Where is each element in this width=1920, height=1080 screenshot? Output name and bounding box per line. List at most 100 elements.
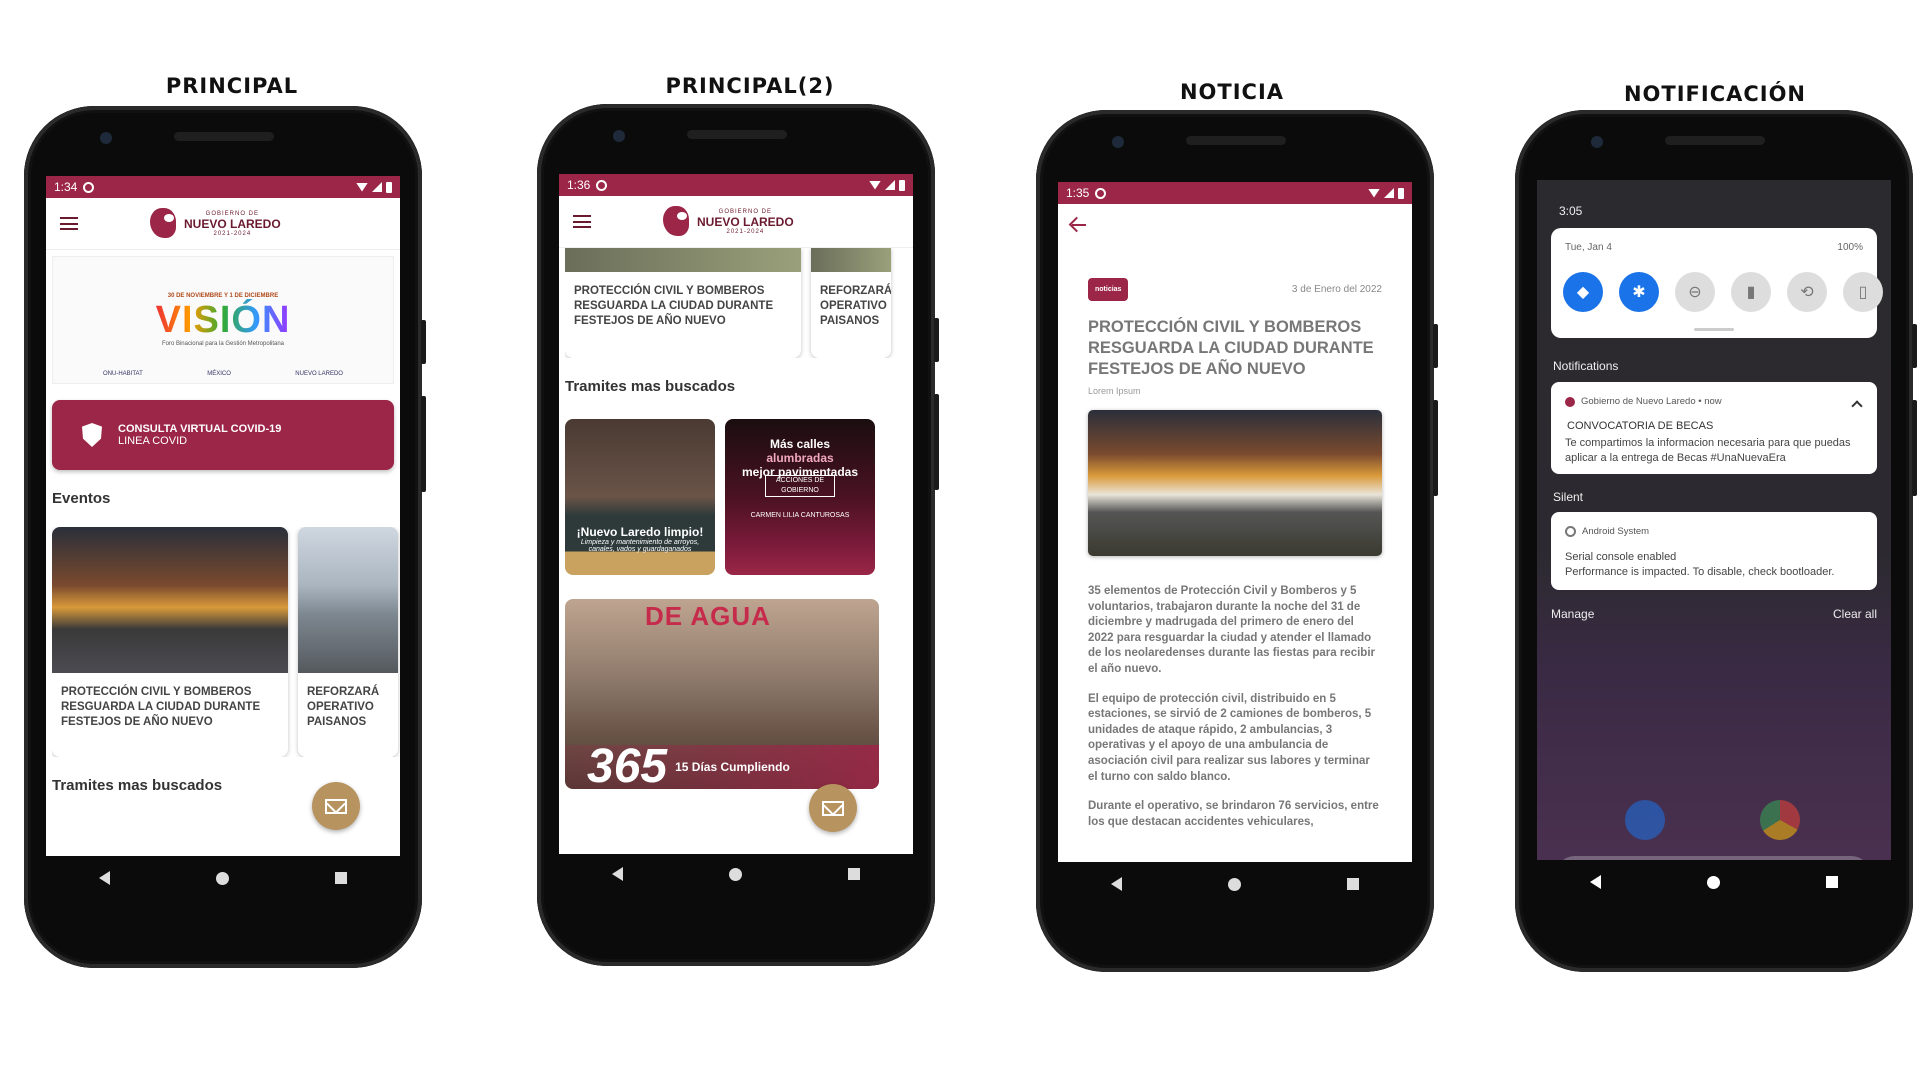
battery-saver-toggle-icon[interactable]: ▯ [1843,272,1883,312]
caption-notificacion: NOTIFICACIÓN [1623,82,1807,106]
back-nav-icon[interactable] [1111,877,1122,891]
event-card[interactable]: PROTECCIÓN CIVIL Y BOMBEROS RESGUARDA LA… [52,527,288,757]
banner-title: VISIÓN [155,299,291,341]
hamburger-icon[interactable] [573,215,591,228]
recents-nav-icon[interactable] [1347,878,1359,890]
wifi-toggle-icon[interactable]: ◆ [1563,272,1603,312]
battery-icon [899,179,905,191]
status-bar: 1:36 [559,174,913,196]
notification-shade: 3:05 Tue, Jan 4 100% ◆ ✱ ⊖ ▮ ⟲ ▯ Notific… [1537,180,1891,860]
tramite-tile-limpio[interactable]: ¡Nuevo Laredo limpio! Limpieza y manteni… [565,419,715,575]
power-button [421,320,426,364]
back-nav-icon[interactable] [612,867,623,881]
volume-button [1912,400,1917,496]
notification-card-system[interactable]: Android System Serial console enabled Pe… [1551,512,1877,590]
tile-heading: ¡Nuevo Laredo limpio! [576,525,704,539]
tile-line1: Más calles [769,437,831,451]
event-card-title: REFORZARÁ OPERATIVO PAISANOS [307,686,380,728]
mail-icon [325,798,347,814]
notifications-heading: Notifications [1553,359,1619,373]
flashlight-toggle-icon[interactable]: ▮ [1731,272,1771,312]
news-paragraph: 35 elementos de Protección Civil y Bombe… [1088,585,1375,675]
home-nav-icon[interactable] [1707,875,1720,889]
autorotate-toggle-icon[interactable]: ⟲ [1787,272,1827,312]
phone-principal2: 1:36 GOBIERNO DE NUEVO LAREDO 2021-2024 [537,104,939,966]
home-dock [1577,800,1847,840]
eventos-carousel[interactable]: PROTECCIÓN CIVIL Y BOMBEROS RESGUARDA LA… [565,248,913,358]
eagle-logo-icon [146,204,180,244]
covid-consult-button[interactable]: CONSULTA VIRTUAL COVID-19 LINEA COVID [52,400,394,470]
power-button [934,318,939,362]
notif-app-name: Android System [1582,526,1650,537]
covid-subtitle: LINEA COVID [118,435,188,447]
clear-all-button[interactable]: Clear all [1833,607,1877,621]
app-bar: GOBIERNO DE NUEVO LAREDO 2021-2024 [46,198,400,250]
mail-icon [822,800,844,816]
mail-fab[interactable] [809,784,857,832]
google-search-bar[interactable]: G [1555,856,1871,860]
eventos-carousel[interactable]: PROTECCIÓN CIVIL Y BOMBEROS RESGUARDA LA… [52,527,400,757]
messages-app-icon[interactable] [1624,800,1665,840]
mail-fab[interactable] [312,782,360,830]
nav-bar [46,858,400,898]
news-paragraph: Durante el operativo, se brindaron 76 se… [1088,800,1379,828]
home-nav-icon[interactable] [1228,877,1241,891]
recents-nav-icon[interactable] [1826,876,1838,888]
manage-button[interactable]: Manage [1551,607,1594,621]
front-camera [1112,136,1124,148]
signal-icon [372,182,382,192]
home-nav-icon[interactable] [729,867,742,881]
recents-nav-icon[interactable] [848,868,860,880]
event-card[interactable]: PROTECCIÓN CIVIL Y BOMBEROS RESGUARDA LA… [565,248,801,358]
front-camera [613,130,625,142]
caption-principal2: PRINCIPAL(2) [665,74,835,98]
drag-handle[interactable] [1694,328,1734,331]
power-button [1433,324,1438,368]
wide-top-text: DE AGUA [645,601,771,631]
quick-settings-panel: Tue, Jan 4 100% ◆ ✱ ⊖ ▮ ⟲ ▯ [1551,228,1883,338]
banner-sponsor-mid: MÉXICO [207,371,231,377]
tramite-tile-alumbradas[interactable]: ACCIONES DE GOBIERNO Más calles alumbrad… [725,419,875,575]
earpiece-speaker [1186,136,1286,145]
phone-principal: 1:34 GOBIERNO DE NUEVO LAREDO 2021-2024 … [24,106,426,968]
signal-icon [885,180,895,190]
home-nav-icon[interactable] [216,871,229,885]
chevron-up-icon[interactable] [1851,400,1863,412]
news-paragraph: El equipo de protección civil, distribui… [1088,692,1372,783]
category-chip[interactable]: noticias [1088,278,1129,301]
arrow-left-icon[interactable] [1072,224,1086,226]
nav-bar [1537,862,1891,902]
screen-principal: 1:34 GOBIERNO DE NUEVO LAREDO 2021-2024 … [46,176,400,856]
news-author: Lorem Ipsum [1088,386,1141,396]
back-nav-icon[interactable] [1590,875,1601,889]
qs-date: Tue, Jan 4 [1565,242,1612,253]
nav-bar [559,854,913,894]
recents-nav-icon[interactable] [335,872,347,884]
battery-icon [1398,187,1404,199]
earpiece-speaker [687,130,787,139]
earpiece-speaker [1665,136,1765,145]
event-card[interactable]: REFORZARÁ OPERATIVO PAISANOS [811,248,891,358]
bluetooth-toggle-icon[interactable]: ✱ [1619,272,1659,312]
tramite-banner-agua[interactable]: DE AGUA 365 15 Días Cumpliendo [565,599,879,789]
logo-line2: NUEVO LAREDO [697,215,794,229]
vision-banner[interactable]: 30 DE NOVIEMBRE Y 1 DE DICIEMBRE VISIÓN … [52,256,394,384]
dnd-toggle-icon[interactable]: ⊖ [1675,272,1715,312]
app-status-icon [596,179,608,191]
news-image [1088,410,1382,556]
nav-bar [1058,864,1412,904]
screen-noticia: 1:35 noticias 3 de Enero del 2022 PROTEC… [1058,182,1412,862]
notif-body: Performance is impacted. To disable, che… [1565,566,1835,578]
banner-sponsor-left: ONU-HABITAT [103,371,143,377]
stage: PRINCIPAL PRINCIPAL(2) NOTICIA NOTIFICAC… [0,0,1920,1080]
event-card-image [811,248,891,272]
signal-icon [1384,188,1394,198]
chrome-app-icon[interactable] [1759,800,1800,840]
wifi-icon [869,180,881,190]
notification-card-becas[interactable]: Gobierno de Nuevo Laredo • now CONVOCATO… [1551,382,1877,474]
hamburger-icon[interactable] [60,217,78,230]
caption-noticia: NOTICIA [1179,80,1285,104]
shield-icon [82,423,102,447]
event-card[interactable]: REFORZARÁ OPERATIVO PAISANOS [298,527,398,757]
back-nav-icon[interactable] [99,871,110,885]
